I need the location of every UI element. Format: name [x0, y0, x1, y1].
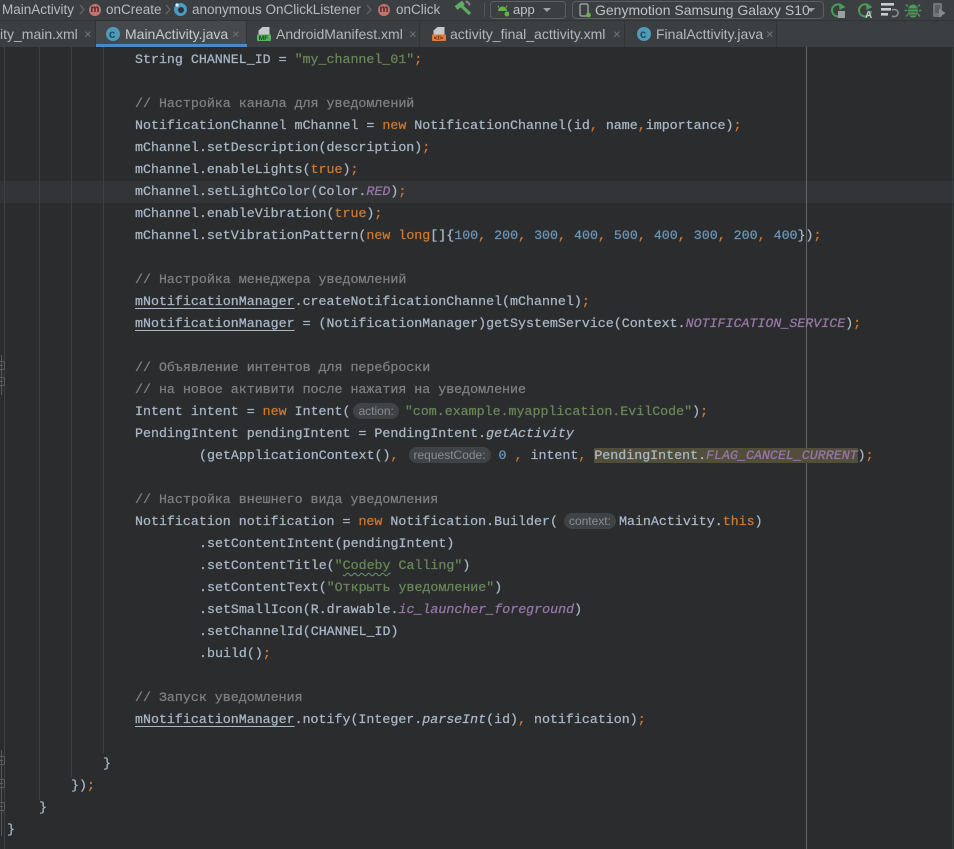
svg-text:C: C: [640, 30, 647, 42]
svg-text:</>: </>: [434, 35, 444, 42]
svg-text:C: C: [109, 30, 116, 42]
svg-text:A: A: [865, 10, 872, 19]
svg-text:MF: MF: [259, 35, 268, 42]
